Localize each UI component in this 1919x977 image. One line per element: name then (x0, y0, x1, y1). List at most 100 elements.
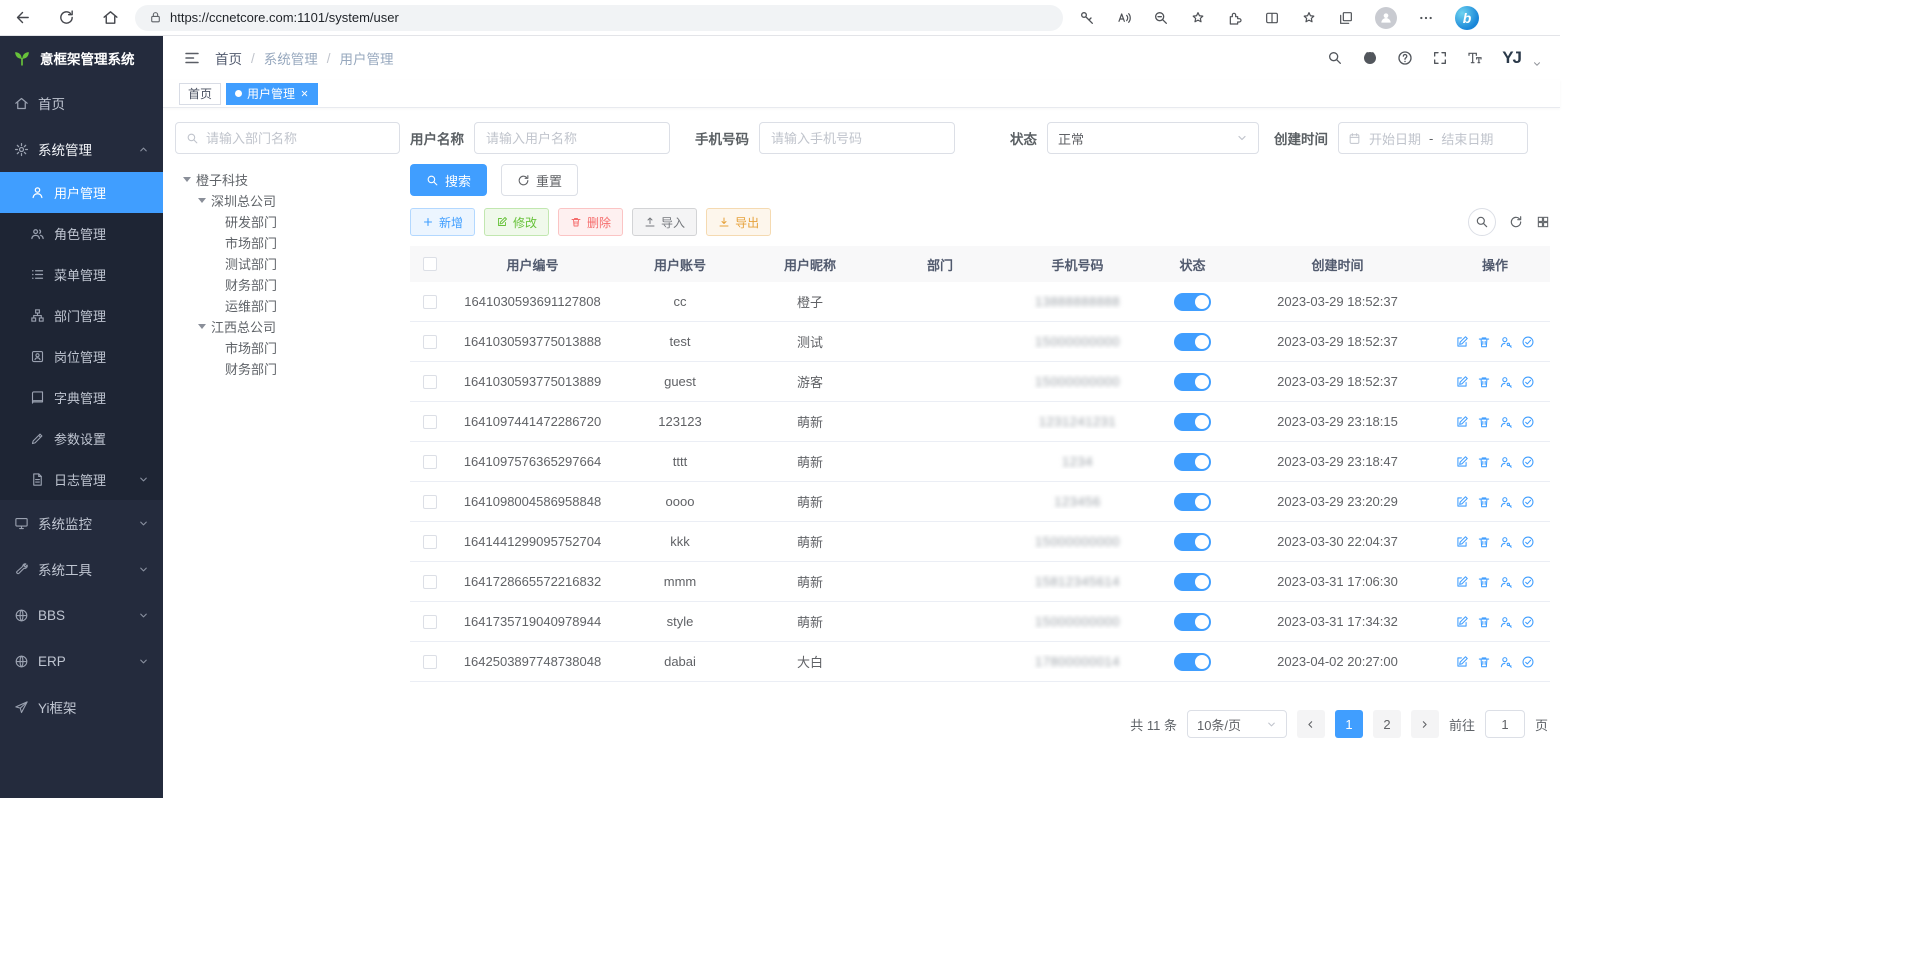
row-assign-role-icon[interactable] (1521, 415, 1535, 429)
status-toggle[interactable] (1174, 613, 1211, 631)
row-delete-icon[interactable] (1477, 335, 1491, 349)
row-checkbox[interactable] (423, 535, 437, 549)
status-toggle[interactable] (1174, 413, 1211, 431)
add-button[interactable]: 新增 (410, 208, 475, 236)
collections-icon[interactable] (1338, 10, 1354, 26)
breadcrumb-system[interactable]: 系统管理 (264, 48, 318, 68)
row-assign-role-icon[interactable] (1521, 615, 1535, 629)
row-reset-password-icon[interactable] (1499, 615, 1513, 629)
sidebar-item-log-mgmt[interactable]: 日志管理 (0, 459, 163, 500)
sidebar-item-system-tools[interactable]: 系统工具 (0, 546, 163, 592)
edit-button[interactable]: 修改 (484, 208, 549, 236)
status-toggle[interactable] (1174, 653, 1211, 671)
fullscreen-icon[interactable] (1432, 50, 1448, 66)
row-delete-icon[interactable] (1477, 415, 1491, 429)
tree-node-dept[interactable]: 研发部门 (175, 211, 400, 232)
row-checkbox[interactable] (423, 455, 437, 469)
row-checkbox[interactable] (423, 375, 437, 389)
tree-node-dept[interactable]: 运维部门 (175, 295, 400, 316)
tree-node-dept[interactable]: 市场部门 (175, 337, 400, 358)
row-checkbox[interactable] (423, 495, 437, 509)
collapse-sidebar-icon[interactable] (183, 49, 201, 67)
tree-node-dept[interactable]: 市场部门 (175, 232, 400, 253)
row-reset-password-icon[interactable] (1499, 535, 1513, 549)
help-icon[interactable] (1397, 50, 1413, 66)
favorites-add-icon[interactable] (1190, 10, 1206, 26)
split-screen-icon[interactable] (1264, 10, 1280, 26)
row-delete-icon[interactable] (1477, 495, 1491, 509)
favorites-bar-icon[interactable] (1301, 10, 1317, 26)
page-button-1[interactable]: 1 (1335, 710, 1363, 738)
prev-page-button[interactable] (1297, 710, 1325, 738)
tab-close-icon[interactable] (300, 89, 309, 98)
row-edit-icon[interactable] (1455, 375, 1469, 389)
sidebar-item-dict-mgmt[interactable]: 字典管理 (0, 377, 163, 418)
user-avatar-logo[interactable]: YJ (1502, 48, 1521, 68)
status-toggle[interactable] (1174, 333, 1211, 351)
page-size-select[interactable]: 10条/页 (1187, 710, 1287, 738)
goto-page-input[interactable] (1485, 710, 1525, 738)
profile-avatar[interactable] (1375, 7, 1397, 29)
tree-node-dept[interactable]: 财务部门 (175, 358, 400, 379)
export-button[interactable]: 导出 (706, 208, 771, 236)
status-toggle[interactable] (1174, 533, 1211, 551)
sidebar-item-erp[interactable]: ERP (0, 638, 163, 684)
github-icon[interactable] (1362, 50, 1378, 66)
sidebar-item-dept-mgmt[interactable]: 部门管理 (0, 295, 163, 336)
date-range-picker[interactable]: 开始日期 - 结束日期 (1338, 122, 1528, 154)
status-toggle[interactable] (1174, 373, 1211, 391)
row-assign-role-icon[interactable] (1521, 455, 1535, 469)
breadcrumb-home[interactable]: 首页 (215, 48, 242, 68)
sidebar-item-bbs[interactable]: BBS (0, 592, 163, 638)
row-delete-icon[interactable] (1477, 455, 1491, 469)
sidebar-item-yi-framework[interactable]: Yi框架 (0, 684, 163, 730)
caret-down-icon[interactable] (183, 177, 191, 182)
status-toggle[interactable] (1174, 573, 1211, 591)
row-edit-icon[interactable] (1455, 535, 1469, 549)
row-checkbox[interactable] (423, 655, 437, 669)
select-all-checkbox[interactable] (423, 257, 437, 271)
column-settings-icon[interactable] (1536, 215, 1550, 229)
row-delete-icon[interactable] (1477, 575, 1491, 589)
sidebar-item-menu-mgmt[interactable]: 菜单管理 (0, 254, 163, 295)
avatar-chevron-down-icon[interactable] (1532, 59, 1542, 69)
row-edit-icon[interactable] (1455, 575, 1469, 589)
row-edit-icon[interactable] (1455, 495, 1469, 509)
breadcrumb-user[interactable]: 用户管理 (340, 48, 394, 68)
zoom-out-icon[interactable] (1153, 10, 1169, 26)
import-button[interactable]: 导入 (632, 208, 697, 236)
row-delete-icon[interactable] (1477, 615, 1491, 629)
row-edit-icon[interactable] (1455, 615, 1469, 629)
browser-reload-icon[interactable] (58, 9, 75, 26)
row-delete-icon[interactable] (1477, 655, 1491, 669)
tree-node-dept[interactable]: 财务部门 (175, 274, 400, 295)
row-edit-icon[interactable] (1455, 335, 1469, 349)
row-assign-role-icon[interactable] (1521, 375, 1535, 389)
row-assign-role-icon[interactable] (1521, 335, 1535, 349)
status-select[interactable]: 正常 (1047, 122, 1259, 154)
caret-down-icon[interactable] (198, 324, 206, 329)
delete-button[interactable]: 删除 (558, 208, 623, 236)
row-edit-icon[interactable] (1455, 455, 1469, 469)
row-checkbox[interactable] (423, 295, 437, 309)
status-toggle[interactable] (1174, 493, 1211, 511)
row-edit-icon[interactable] (1455, 655, 1469, 669)
read-aloud-icon[interactable] (1116, 10, 1132, 26)
row-reset-password-icon[interactable] (1499, 375, 1513, 389)
tree-node-dept[interactable]: 测试部门 (175, 253, 400, 274)
status-toggle[interactable] (1174, 293, 1211, 311)
tab-user-mgmt[interactable]: 用户管理 (226, 83, 318, 105)
row-assign-role-icon[interactable] (1521, 655, 1535, 669)
row-checkbox[interactable] (423, 615, 437, 629)
page-button-2[interactable]: 2 (1373, 710, 1401, 738)
sidebar-item-param-settings[interactable]: 参数设置 (0, 418, 163, 459)
sidebar-item-user-mgmt[interactable]: 用户管理 (0, 172, 163, 213)
row-checkbox[interactable] (423, 415, 437, 429)
status-toggle[interactable] (1174, 453, 1211, 471)
row-delete-icon[interactable] (1477, 375, 1491, 389)
header-search-icon[interactable] (1327, 50, 1343, 66)
row-reset-password-icon[interactable] (1499, 495, 1513, 509)
row-reset-password-icon[interactable] (1499, 415, 1513, 429)
row-reset-password-icon[interactable] (1499, 335, 1513, 349)
browser-home-icon[interactable] (102, 9, 119, 26)
